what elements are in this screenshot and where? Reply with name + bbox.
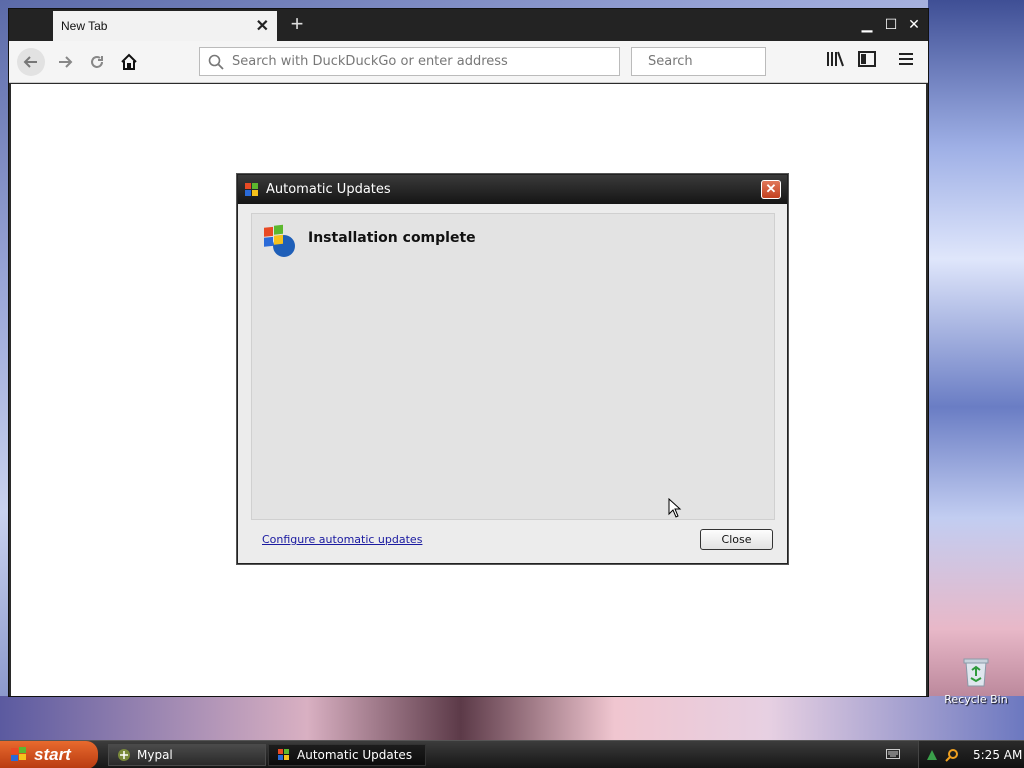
search-input[interactable] <box>648 54 818 69</box>
update-tray-icon[interactable] <box>925 748 939 762</box>
maximize-icon[interactable]: ☐ <box>881 14 901 34</box>
new-tab-plus-icon[interactable]: + <box>285 13 309 37</box>
windows-flag-icon <box>11 747 26 761</box>
tab-bar: New Tab ✕ + ▁ ☐ ✕ <box>9 9 928 41</box>
dialog-heading: Installation complete <box>308 230 476 246</box>
dialog-panel: Installation complete <box>251 213 775 520</box>
configure-updates-link[interactable]: Configure automatic updates <box>262 533 422 546</box>
taskbar-item-mypal[interactable]: Mypal <box>108 744 266 766</box>
automatic-updates-dialog: Automatic Updates ✕ Installation complet… <box>237 174 788 564</box>
recycle-bin[interactable]: Recycle Bin <box>944 656 1008 706</box>
recycle-bin-icon <box>963 658 989 687</box>
minimize-icon[interactable]: ▁ <box>857 14 877 34</box>
reload-icon[interactable] <box>83 48 111 76</box>
sidebar-icon[interactable] <box>856 51 878 73</box>
tab-new-tab[interactable]: New Tab ✕ <box>53 11 277 41</box>
clock[interactable]: 5:25 AM <box>973 748 1022 762</box>
forward-arrow-icon[interactable] <box>51 48 79 76</box>
taskbar-item-label: Mypal <box>137 748 173 762</box>
dialog-close-icon[interactable]: ✕ <box>761 180 781 199</box>
taskbar-item-label: Automatic Updates <box>297 748 413 762</box>
window-close-icon[interactable]: ✕ <box>904 14 924 34</box>
recycle-bin-label: Recycle Bin <box>944 693 1008 706</box>
dialog-titlebar[interactable]: Automatic Updates ✕ <box>238 175 787 204</box>
windows-update-icon <box>245 182 258 196</box>
nav-toolbar <box>9 41 928 83</box>
tab-close-icon[interactable]: ✕ <box>256 16 269 36</box>
library-icon[interactable] <box>824 51 846 73</box>
menu-hamburger-icon[interactable] <box>895 51 917 73</box>
desktop-wallpaper-right <box>928 0 1024 740</box>
start-label: start <box>34 745 71 764</box>
tab-title: New Tab <box>61 19 108 33</box>
mypal-icon <box>118 749 130 761</box>
search-box[interactable] <box>631 47 818 76</box>
desktop-wallpaper-bottom <box>0 696 1024 740</box>
start-button[interactable]: start <box>0 741 98 768</box>
mouse-cursor-icon <box>668 498 682 518</box>
search-tray-icon[interactable] <box>945 748 959 762</box>
address-bar[interactable] <box>199 47 620 76</box>
taskbar-item-automatic-updates[interactable]: Automatic Updates <box>268 744 426 766</box>
search-icon <box>208 54 224 70</box>
address-input[interactable] <box>232 54 611 69</box>
taskbar: start Mypal Automatic Updates 5:25 AM <box>0 740 1024 768</box>
windows-logo-icon <box>264 224 295 257</box>
dialog-title: Automatic Updates <box>266 182 391 197</box>
windows-update-icon <box>278 749 289 760</box>
system-tray: 5:25 AM <box>918 741 1024 768</box>
keyboard-icon[interactable] <box>886 749 900 759</box>
home-icon[interactable] <box>115 48 143 76</box>
close-button[interactable]: Close <box>700 529 773 550</box>
back-arrow-icon[interactable] <box>17 48 45 76</box>
